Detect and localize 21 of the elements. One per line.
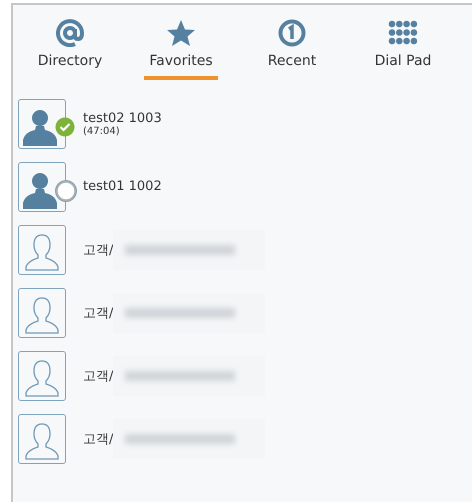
contact-name: test01 1002 [83, 179, 162, 194]
tab[interactable]: Recent [240, 19, 344, 80]
avatar-icon [18, 98, 66, 148]
at-sign-icon [56, 19, 84, 47]
avatar-icon [18, 414, 66, 464]
contact-name: 고객/ [83, 430, 114, 448]
avatar-icon [18, 224, 66, 274]
contact-name: 고객/ [83, 242, 114, 258]
contact-name: 고객/ [83, 304, 114, 322]
contact-name: 고객/ [83, 368, 114, 384]
avatar-icon [18, 162, 66, 212]
call-duration: (47:04) [83, 126, 121, 136]
clock-icon [278, 19, 306, 47]
tab[interactable]: Directory [18, 19, 122, 80]
star-icon [166, 19, 196, 47]
tab[interactable]: Favorites [130, 19, 232, 80]
avatar-icon [18, 288, 66, 338]
contact-name: test02 1003 [83, 110, 162, 126]
tab[interactable]: Dial Pad [352, 19, 454, 80]
dialpad-icon [388, 19, 418, 47]
avatar-icon [18, 350, 66, 400]
